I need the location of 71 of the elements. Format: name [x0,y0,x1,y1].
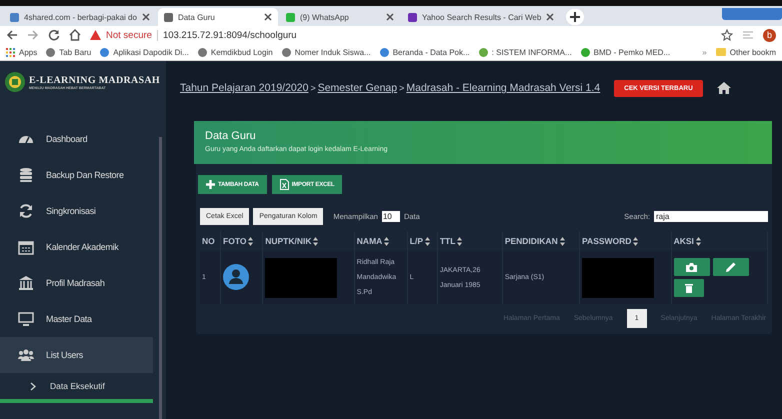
browser-tab[interactable]: Data Guru [158,8,278,26]
database-icon [18,167,34,183]
submenu-item[interactable]: Data Eksekutif [0,373,153,399]
more-bookmarks-button[interactable]: » [702,48,707,56]
breadcrumb-separator: > [399,83,404,93]
logo-icon [4,71,26,93]
menu-item[interactable]: List Users [0,337,153,373]
photo-button[interactable] [674,258,710,276]
close-icon[interactable] [546,13,554,21]
pencil-icon [726,262,736,272]
new-tab-button[interactable] [566,9,584,25]
sort-icon[interactable] [248,237,254,246]
user-avatar-icon [223,264,250,290]
breadcrumb-link[interactable]: Tahun Pelajaran 2019/2020 [180,82,308,94]
star-icon[interactable] [721,29,733,41]
bank-icon [18,275,34,291]
chevron-icon [30,382,36,390]
page-size-field[interactable]: 10 [382,211,400,222]
bookmark-item[interactable]: Aplikasi Dapodik Di... [100,48,189,56]
menu-item[interactable]: Profil Madrasah [0,265,153,301]
delete-button[interactable] [674,279,704,298]
menu-item[interactable]: Backup Dan Restore [0,157,153,193]
edit-button[interactable] [712,258,749,276]
bookmark-item[interactable]: : SISTEM INFORMA... [478,48,572,56]
site-icon [164,12,173,22]
bookmark-item[interactable]: Beranda - Data Pok... [380,48,470,56]
site-icon [408,12,417,22]
bookmark-item[interactable]: Kemdikbud Login [198,48,273,56]
trash-icon [684,283,693,294]
site-icon [286,12,295,22]
home-icon[interactable] [716,82,731,94]
home-icon[interactable] [69,29,81,41]
brand-title: E-LEARNING MADRASAH [29,74,160,86]
page-title: Data Guru [205,130,257,142]
sync-icon [18,203,34,219]
sort-icon[interactable] [560,237,565,246]
excel-file-icon [280,179,289,190]
sort-icon[interactable] [384,237,390,246]
apps-grid-icon [6,48,15,56]
menu-item[interactable]: Singkronisasi [0,193,153,229]
menu-item[interactable]: Master Data [0,301,153,337]
sort-icon[interactable] [457,237,462,246]
bookmark-folder[interactable]: Other bookm [716,48,776,56]
menu-item[interactable]: Kalender Akademik [0,229,153,265]
back-icon[interactable] [6,29,18,41]
bookmark-item[interactable]: Tab Baru [46,48,92,56]
monitor-icon [18,311,34,327]
close-icon[interactable] [142,13,150,21]
breadcrumb-link[interactable]: Madrasah - Elearning Madrasah Versi 1.4 [406,82,600,94]
sort-icon[interactable] [633,237,638,246]
bookmark-item[interactable]: BMD - Pemko MED... [580,48,670,56]
breadcrumb-separator: > [310,83,316,93]
close-icon[interactable] [264,13,272,21]
address-bar[interactable]: Not secure 103.215.72.91:8094/schoolguru [90,27,712,43]
sort-icon[interactable] [313,237,318,246]
close-icon[interactable] [386,13,394,21]
menu-item[interactable]: Dashboard [0,121,153,157]
bookmark-item[interactable]: Nomer Induk Siswa... [282,48,371,56]
sort-icon[interactable] [425,237,430,246]
breadcrumb-link[interactable]: Semester Genap [318,82,398,94]
profile-avatar[interactable]: b [763,28,776,42]
plus-icon [206,180,215,189]
warning-icon [90,30,101,40]
users-icon [18,347,34,363]
bookmark-item[interactable]: Apps [6,48,38,56]
site-icon [10,12,19,22]
sort-icon[interactable] [696,237,701,246]
reload-icon[interactable] [48,29,60,41]
camera-icon [686,262,698,272]
calendar-icon [18,239,34,255]
search-field[interactable]: raja [654,211,768,222]
